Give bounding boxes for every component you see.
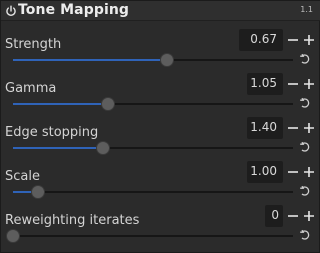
slider-reweighting-iterates: Reweighting iterates 0 <box>1 205 320 253</box>
plus-button-edge-stopping[interactable] <box>301 120 317 136</box>
value-text-scale: 1.00 <box>250 164 277 178</box>
reset-icon[interactable] <box>299 229 311 241</box>
minus-button-scale[interactable] <box>285 164 301 180</box>
plus-button-scale[interactable] <box>301 164 317 180</box>
slider-label-edge-stopping: Edge stopping <box>5 125 99 140</box>
value-box-gamma[interactable]: 1.05 <box>247 73 283 95</box>
slider-label-scale: Scale <box>5 169 40 184</box>
tone-mapping-panel: Tone Mapping 1.1 Strength 0.67 Gamma 1.0… <box>0 0 320 253</box>
value-text-edge-stopping: 1.40 <box>250 120 277 134</box>
value-box-edge-stopping[interactable]: 1.40 <box>247 117 283 139</box>
plus-button-gamma[interactable] <box>301 76 317 92</box>
value-box-strength[interactable]: 0.67 <box>239 29 283 51</box>
slider-label-reweighting-iterates: Reweighting iterates <box>5 213 140 228</box>
reset-icon[interactable] <box>299 97 311 109</box>
reset-icon[interactable] <box>299 185 311 197</box>
plus-button-reweighting-iterates[interactable] <box>301 208 317 224</box>
slider-fill-gamma <box>13 103 109 105</box>
slider-handle-gamma[interactable] <box>101 97 116 111</box>
minus-button-strength[interactable] <box>285 32 301 48</box>
minus-button-gamma[interactable] <box>285 76 301 92</box>
power-icon[interactable] <box>5 5 17 17</box>
slider-label-gamma: Gamma <box>5 81 57 96</box>
slider-handle-strength[interactable] <box>160 53 174 67</box>
value-text-strength: 0.67 <box>250 32 277 46</box>
minus-button-reweighting-iterates[interactable] <box>285 208 301 224</box>
module-title: Tone Mapping <box>18 2 130 18</box>
plus-button-strength[interactable] <box>301 32 317 48</box>
slider-handle-scale[interactable] <box>31 185 46 199</box>
slider-track-scale[interactable] <box>13 185 293 199</box>
slider-track-reweighting-iterates[interactable] <box>6 229 293 243</box>
minus-button-edge-stopping[interactable] <box>285 120 301 136</box>
slider-handle-edge-stopping[interactable] <box>95 141 110 155</box>
slider-track-strength[interactable] <box>13 53 293 67</box>
value-box-scale[interactable]: 1.00 <box>247 161 283 183</box>
value-text-gamma: 1.05 <box>250 76 277 90</box>
value-box-reweighting-iterates[interactable]: 0 <box>265 205 283 227</box>
slider-track-gamma[interactable] <box>13 97 293 111</box>
version-badge: 1.1 <box>300 5 313 14</box>
slider-label-strength: Strength <box>5 37 62 52</box>
value-text-reweighting-iterates: 0 <box>271 208 279 222</box>
slider-fill-edge-stopping <box>13 147 103 149</box>
slider-handle-reweighting-iterates[interactable] <box>6 229 20 243</box>
reset-icon[interactable] <box>299 141 311 153</box>
module-header[interactable]: Tone Mapping 1.1 <box>1 1 320 21</box>
slider-track-edge-stopping[interactable] <box>13 141 293 155</box>
reset-icon[interactable] <box>299 53 311 65</box>
slider-fill-strength <box>13 59 167 61</box>
